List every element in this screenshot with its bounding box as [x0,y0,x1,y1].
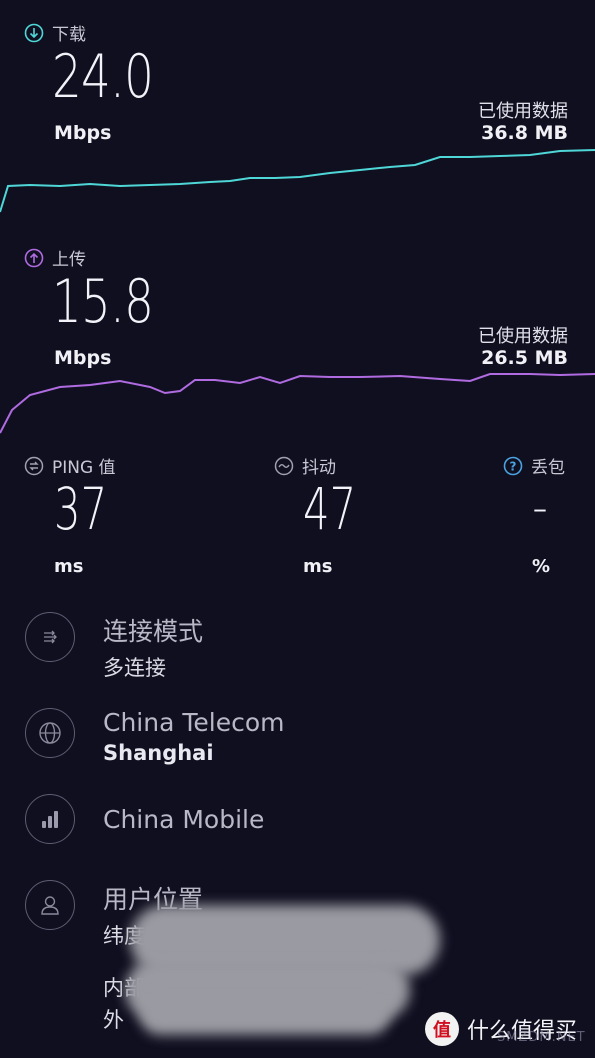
connections-icon [25,612,75,662]
svg-text:?: ? [510,459,517,473]
download-speed-graph [0,149,595,213]
upload-arrow-icon [24,248,44,267]
ping-unit: ms [54,556,84,577]
download-data-used-label: 已使用数据 [478,101,568,122]
packet-loss-value: – [533,492,547,525]
jitter-value: 47 [303,475,357,543]
packet-loss-unit: % [532,556,551,577]
user-icon [25,880,75,930]
packet-loss-label: 丢包 [531,458,565,478]
server-row[interactable]: China Telecom Shanghai [25,708,284,765]
connection-mode-row[interactable]: 连接模式 多连接 [25,612,203,682]
download-speed-value: 24.0 [52,42,154,112]
ping-value: 37 [54,475,108,543]
upload-data-used-label: 已使用数据 [478,326,568,347]
server-title: China Telecom [103,708,285,737]
ping-icon [24,456,44,475]
packet-loss-header: ? 丢包 [503,453,565,478]
connection-mode-title: 连接模式 [103,617,204,646]
watermark-logo-char: 值 [433,1020,451,1041]
jitter-icon [274,456,294,475]
server-location: Shanghai [103,741,214,765]
upload-speed-graph [0,373,595,434]
download-arrow-icon [24,23,44,42]
provider-title: China Mobile [103,804,265,834]
connection-mode-value: 多连接 [103,656,166,680]
watermark-logo-icon: 值 [425,1012,459,1046]
jitter-unit: ms [303,556,333,577]
signal-bars-icon [25,794,75,844]
help-icon[interactable]: ? [503,456,523,476]
watermark-subtext: SMZDM.NET [497,1030,586,1045]
upload-speed-value: 15.8 [52,267,154,337]
globe-icon [25,708,75,758]
provider-row[interactable]: China Mobile [25,794,264,844]
